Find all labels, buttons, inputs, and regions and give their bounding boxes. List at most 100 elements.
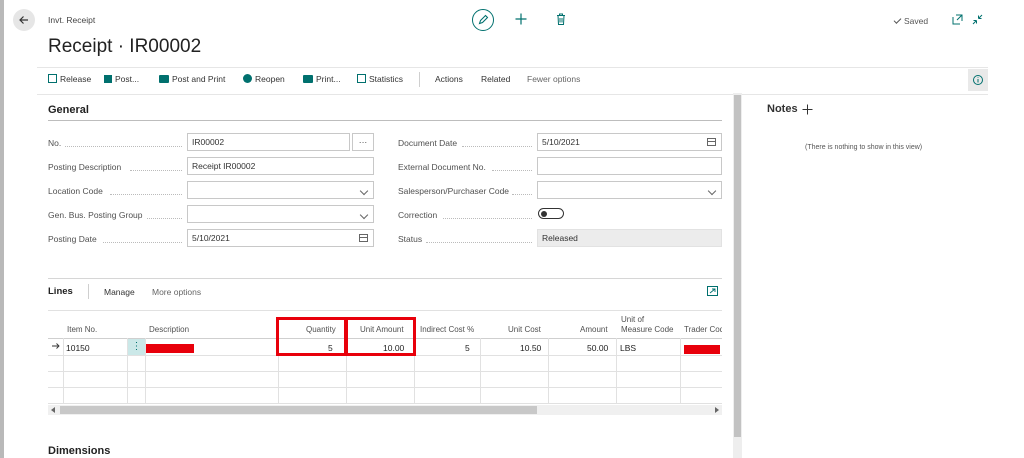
lines-horizontal-scrollbar[interactable] — [48, 405, 722, 415]
open-new-window-button[interactable] — [952, 14, 963, 25]
print-label: Print... — [316, 74, 341, 84]
indirect-cost-cell[interactable]: 5 — [465, 343, 470, 353]
post-and-print-button[interactable]: Post and Print — [159, 74, 225, 84]
statistics-icon — [357, 74, 366, 83]
notes-empty-text: (There is nothing to show in this view) — [805, 144, 923, 151]
column-header-indirect-cost[interactable]: Indirect Cost % — [420, 325, 474, 334]
status-value: Released — [542, 233, 578, 243]
actions-menu[interactable]: Actions — [435, 74, 463, 84]
factbox-toggle-button[interactable] — [968, 69, 988, 91]
grid-top-border — [48, 310, 722, 311]
saved-label: Saved — [904, 16, 929, 26]
posting-description-value: Receipt IR00002 — [192, 161, 256, 171]
row-actions-button[interactable]: ⋮ — [128, 339, 145, 355]
no-assist-edit-button[interactable]: ··· — [352, 133, 374, 151]
post-button[interactable]: Post... — [104, 74, 139, 84]
lines-section-divider — [48, 278, 722, 279]
posting-date-field[interactable]: 5/10/2021 — [187, 229, 374, 247]
general-section-title[interactable]: General — [48, 104, 89, 116]
manage-menu[interactable]: Manage — [104, 287, 135, 297]
gen-bus-posting-group-select[interactable] — [187, 205, 374, 223]
table-row[interactable]: 10150 — [66, 343, 90, 353]
status-leader — [426, 242, 532, 243]
fewer-options-button[interactable]: Fewer options — [527, 74, 580, 84]
grid-col-line — [680, 338, 681, 403]
calendar-icon[interactable] — [707, 138, 716, 146]
toolbar-divider — [419, 72, 420, 87]
document-icon — [48, 74, 57, 83]
grid-row-line — [48, 403, 722, 404]
release-button[interactable]: Release — [48, 74, 91, 84]
column-header-item-no[interactable]: Item No. — [67, 325, 97, 334]
post-icon — [104, 75, 112, 83]
column-header-uom-line1[interactable]: Unit of — [621, 315, 644, 324]
correction-label: Correction — [398, 210, 438, 220]
amount-cell[interactable]: 50.00 — [587, 343, 608, 353]
lines-more-options-button[interactable]: More options — [152, 287, 201, 297]
trash-icon — [557, 13, 565, 25]
column-header-trader-code[interactable]: Trader Code — [684, 325, 722, 334]
gen-bus-posting-group-label: Gen. Bus. Posting Group — [48, 210, 143, 220]
salesperson-leader — [512, 194, 532, 195]
status-label: Status — [398, 234, 423, 244]
check-icon — [893, 16, 902, 24]
quantity-highlight-box — [276, 317, 348, 356]
posting-description-field[interactable]: Receipt IR00002 — [187, 157, 374, 175]
post-and-print-label: Post and Print — [172, 74, 226, 84]
reopen-icon — [243, 74, 252, 83]
scroll-right-icon[interactable] — [715, 407, 719, 413]
location-code-leader — [110, 194, 182, 195]
location-code-select[interactable] — [187, 181, 374, 199]
arrow-left-icon — [19, 16, 28, 24]
main-scrollbar[interactable] — [733, 93, 742, 458]
release-label: Release — [60, 74, 92, 84]
new-button[interactable] — [514, 12, 528, 26]
grid-col-line — [548, 338, 549, 403]
dimensions-section-title[interactable]: Dimensions — [48, 445, 110, 457]
edit-button[interactable] — [472, 9, 494, 31]
plus-icon — [802, 104, 813, 115]
breadcrumb: Invt. Receipt — [48, 15, 96, 25]
chevron-down-icon — [359, 210, 369, 220]
add-note-button[interactable] — [802, 104, 813, 115]
grid-row-line — [48, 371, 722, 372]
column-header-amount[interactable]: Amount — [580, 325, 608, 334]
correction-toggle[interactable] — [538, 208, 564, 219]
salesperson-purchaser-code-select[interactable] — [537, 181, 722, 199]
main-scrollbar-thumb[interactable] — [734, 95, 741, 437]
correction-leader — [443, 218, 532, 219]
column-header-uom-line2[interactable]: Measure Code — [621, 325, 673, 334]
posting-date-value: 5/10/2021 — [192, 233, 230, 243]
grid-col-line — [63, 338, 64, 403]
column-header-unit-cost[interactable]: Unit Cost — [508, 325, 541, 334]
scrollbar-thumb[interactable] — [60, 406, 537, 414]
expand-icon — [707, 286, 718, 296]
column-header-description[interactable]: Description — [149, 325, 189, 334]
unit-cost-cell[interactable]: 10.50 — [520, 343, 541, 353]
no-field[interactable]: IR00002 — [187, 133, 350, 151]
print-button[interactable]: Print... — [303, 74, 341, 84]
notes-title: Notes — [767, 103, 798, 115]
posting-description-leader — [130, 170, 182, 171]
related-menu[interactable]: Related — [481, 74, 510, 84]
grid-col-line — [616, 338, 617, 403]
chevron-down-icon — [707, 186, 717, 196]
document-date-value: 5/10/2021 — [542, 137, 580, 147]
statistics-button[interactable]: Statistics — [357, 74, 403, 84]
posting-date-leader — [103, 242, 182, 243]
item-no-cell: 10150 — [66, 343, 90, 353]
document-date-leader — [462, 146, 532, 147]
collapse-button[interactable] — [972, 14, 983, 25]
document-date-field[interactable]: 5/10/2021 — [537, 133, 722, 151]
external-document-no-field[interactable] — [537, 157, 722, 175]
calendar-icon[interactable] — [359, 234, 368, 242]
back-button[interactable] — [13, 9, 35, 31]
delete-button[interactable] — [555, 12, 567, 26]
lines-tab[interactable]: Lines — [48, 286, 73, 297]
uom-cell[interactable]: LBS — [620, 343, 636, 353]
expand-lines-button[interactable] — [707, 286, 718, 296]
reopen-button[interactable]: Reopen — [243, 74, 285, 84]
collapse-icon — [972, 14, 983, 25]
plus-icon — [515, 13, 527, 25]
scroll-left-icon[interactable] — [51, 407, 55, 413]
